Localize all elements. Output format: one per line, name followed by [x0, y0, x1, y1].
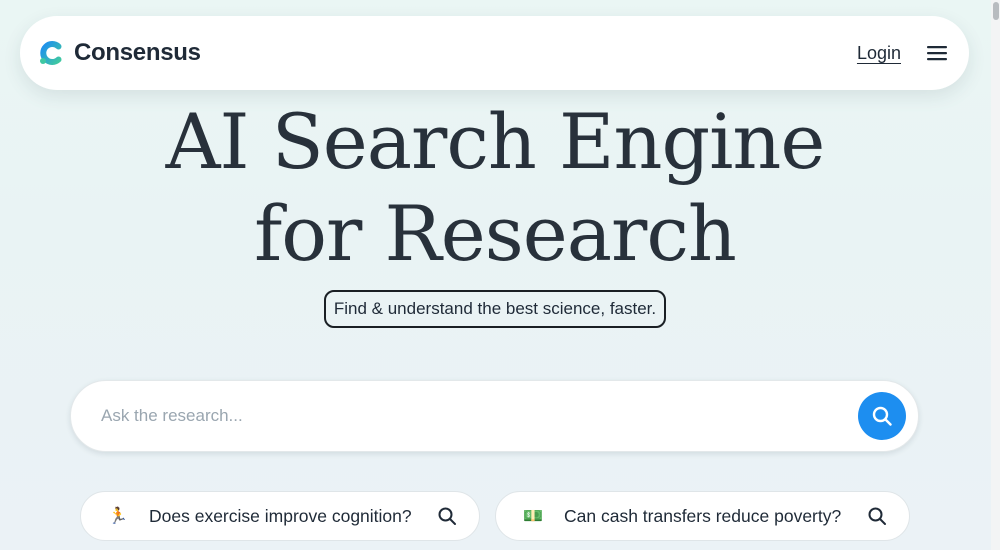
page-title: AI Search Engine for Research — [0, 96, 990, 280]
page-scrollbar[interactable] — [991, 0, 1000, 550]
page-title-line-1: AI Search Engine — [165, 97, 826, 186]
brand-name: Consensus — [74, 39, 201, 66]
dollar-bill-emoji-icon: 💵 — [523, 508, 543, 525]
runner-emoji-icon: 🏃 — [108, 508, 128, 525]
suggestion-text: Does exercise improve cognition? — [149, 505, 412, 526]
login-link[interactable]: Login — [857, 43, 901, 64]
tagline: Find & understand the best science, fast… — [323, 290, 667, 328]
search-icon — [867, 506, 887, 526]
suggestion-chip-cash-transfers[interactable]: 💵 Can cash transfers reduce poverty? — [495, 491, 910, 541]
search-button[interactable] — [858, 392, 906, 440]
search-icon — [872, 406, 892, 426]
search-input[interactable] — [99, 405, 858, 427]
suggestion-chip-exercise[interactable]: 🏃 Does exercise improve cognition? — [80, 491, 480, 541]
suggestion-text: Can cash transfers reduce poverty? — [564, 505, 842, 526]
scrollbar-thumb[interactable] — [993, 2, 999, 20]
brand-logo-link[interactable]: Consensus — [38, 39, 201, 67]
hamburger-menu-icon[interactable] — [925, 41, 949, 65]
page-title-line-2: for Research — [254, 189, 737, 278]
tagline-container: Find & understand the best science, fast… — [0, 290, 990, 328]
search-box — [70, 380, 919, 452]
site-header: Consensus Login — [20, 16, 969, 90]
search-icon — [437, 506, 457, 526]
consensus-logo-icon — [38, 40, 64, 66]
